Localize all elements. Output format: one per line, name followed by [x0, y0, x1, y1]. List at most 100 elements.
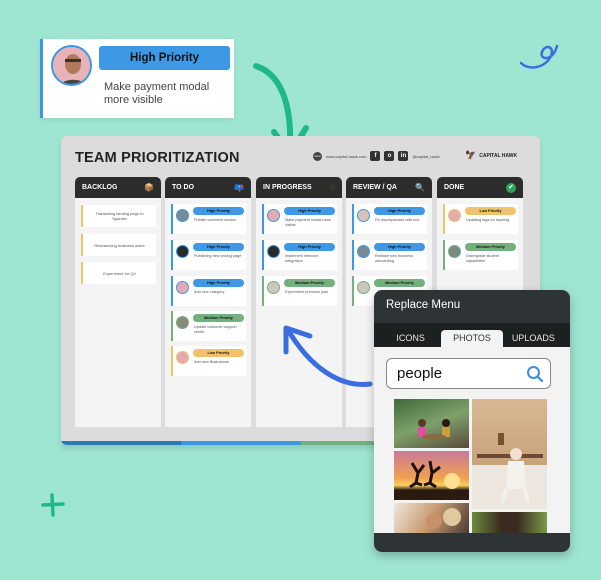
tab-photos[interactable]: PHOTOS [441, 330, 503, 347]
task-card[interactable]: Low Priority Add new illustrations [171, 346, 246, 376]
loading-icon: ◌ [330, 182, 335, 192]
priority-badge: High Priority [284, 243, 335, 251]
avatar [176, 351, 189, 364]
linkedin-icon[interactable]: in [398, 151, 409, 161]
column-header[interactable]: REVIEW / QA 🔍 [346, 177, 432, 198]
task-text: Implement Intercom integration [285, 254, 319, 263]
squiggle-decoration [519, 44, 559, 69]
column-backlog: BACKLOG 📦 Translating landing page to Sp… [75, 177, 161, 427]
column-header[interactable]: DONE ✔ [437, 177, 523, 198]
task-text: Publishing new pricing page [194, 254, 242, 258]
priority-badge: Medium Priority [284, 279, 335, 287]
priority-badge: Medium Priority [374, 279, 425, 287]
avatar [357, 245, 370, 258]
avatar [176, 316, 189, 329]
plus-decoration [41, 493, 65, 517]
globe-icon: www [313, 151, 322, 161]
priority-badge: High Priority [193, 243, 244, 251]
avatar [267, 281, 280, 294]
brand-name: CAPITAL HAWK [479, 152, 518, 159]
person-avatar [51, 45, 92, 86]
priority-badge: Medium Priority [465, 243, 516, 251]
check-icon: ✔ [506, 182, 516, 193]
task-text: Downgrade student capabilities [466, 254, 499, 263]
column-to-do: TO DO 📪 High Priority Publish comment se… [165, 177, 251, 427]
board-contact-info: www www.capital-hawk.com f o in @capital… [313, 151, 440, 161]
avatar [176, 281, 189, 294]
task-text: Add new illustrations [194, 360, 229, 364]
avatar [267, 245, 280, 258]
photo-search-field[interactable] [386, 358, 551, 389]
task-text: Release new business onboarding [375, 254, 413, 263]
column-header[interactable]: IN PROGRESS ◌ [256, 177, 342, 198]
silhouettes-jumping-sunset-photo[interactable] [394, 451, 469, 500]
task-card[interactable]: High Priority Publish comment section [171, 204, 246, 234]
two-women-outdoors-photo[interactable] [394, 399, 469, 448]
task-text: Update customer support center [194, 325, 237, 334]
color-stripe [181, 441, 301, 445]
column-header[interactable]: BACKLOG 📦 [75, 177, 161, 198]
column-title: REVIEW / QA [353, 184, 397, 191]
avatar [267, 209, 280, 222]
task-card[interactable]: High Priority Fix discrepancies with too… [352, 204, 427, 234]
column-header[interactable]: TO DO 📪 [165, 177, 251, 198]
search-icon[interactable] [526, 365, 544, 383]
task-text: Make payment modal more visible [104, 81, 210, 106]
priority-badge: High Priority [284, 207, 335, 215]
tab-uploads[interactable]: UPLOADS [503, 330, 564, 347]
task-card[interactable]: High Priority Add new category [171, 276, 246, 306]
task-text: Add new category [194, 290, 225, 294]
highlighted-task-card[interactable]: High Priority Make payment modal more vi… [40, 39, 234, 118]
column-title: DONE [444, 184, 465, 191]
task-text: Experiment for Q4 [103, 270, 136, 276]
avatar [176, 245, 189, 258]
mailbox-icon: 📪 [234, 182, 244, 192]
instagram-icon[interactable]: o [384, 151, 395, 161]
task-card[interactable]: Low Priority Updating tags for tracking [443, 204, 518, 234]
task-card[interactable]: High Priority Make payment modal more vi… [262, 204, 337, 234]
board-title: TEAM PRIORITIZATION [75, 150, 240, 166]
menu-footer-bar [374, 533, 570, 552]
menu-tabs: ICONS PHOTOS UPLOADS [374, 323, 570, 347]
avatar [448, 245, 461, 258]
column-title: TO DO [172, 184, 195, 191]
tab-icons[interactable]: ICONS [380, 330, 441, 347]
task-text: Publish comment section [194, 218, 237, 222]
priority-badge: Low Priority [193, 349, 244, 357]
task-card[interactable]: Medium Priority Downgrade student capabi… [443, 240, 518, 270]
hawk-icon: 🦅 [465, 150, 477, 160]
priority-badge: Medium Priority [193, 314, 244, 322]
website-link[interactable]: www.capital-hawk.com [326, 154, 366, 159]
task-text: Experiment premium plan [285, 290, 329, 294]
task-card[interactable]: Medium Priority Update customer support … [171, 311, 246, 341]
facebook-icon[interactable]: f [370, 151, 381, 161]
column-title: BACKLOG [82, 184, 118, 191]
task-card[interactable]: Experiment for Q4 [81, 262, 156, 284]
social-handle: @capital_hawk [412, 153, 440, 159]
magnifier-icon: 🔍 [415, 182, 425, 192]
priority-badge: High Priority [99, 46, 230, 70]
arrow-up-left-decoration [283, 325, 373, 387]
search-input[interactable] [397, 365, 517, 382]
task-card[interactable]: High Priority Implement Intercom integra… [262, 240, 337, 270]
elderly-woman-seated-photo[interactable] [472, 399, 547, 509]
box-icon: 📦 [144, 182, 154, 192]
avatar [357, 281, 370, 294]
task-text: Fix discrepancies with tool [375, 218, 420, 222]
task-card[interactable]: Translating landing page to Spanish [81, 205, 156, 227]
priority-badge: High Priority [193, 279, 244, 287]
task-card[interactable]: Researching business users [81, 234, 156, 256]
person-on-grass-photo[interactable] [472, 512, 547, 533]
task-card[interactable]: Medium Priority Experiment premium plan [262, 276, 337, 306]
priority-badge: High Priority [193, 207, 244, 215]
priority-badge: High Priority [374, 207, 425, 215]
task-text: Translating landing page to Spanish [95, 211, 144, 221]
color-stripe [61, 441, 181, 445]
column-title: IN PROGRESS [263, 184, 312, 191]
task-card[interactable]: High Priority Release new business onboa… [352, 240, 427, 270]
avatar [357, 209, 370, 222]
avatar [176, 209, 189, 222]
replace-menu-panel: Replace Menu ICONS PHOTOS UPLOADS [374, 290, 570, 552]
task-card[interactable]: High Priority Publishing new pricing pag… [171, 240, 246, 270]
group-friends-photo[interactable] [394, 503, 469, 533]
